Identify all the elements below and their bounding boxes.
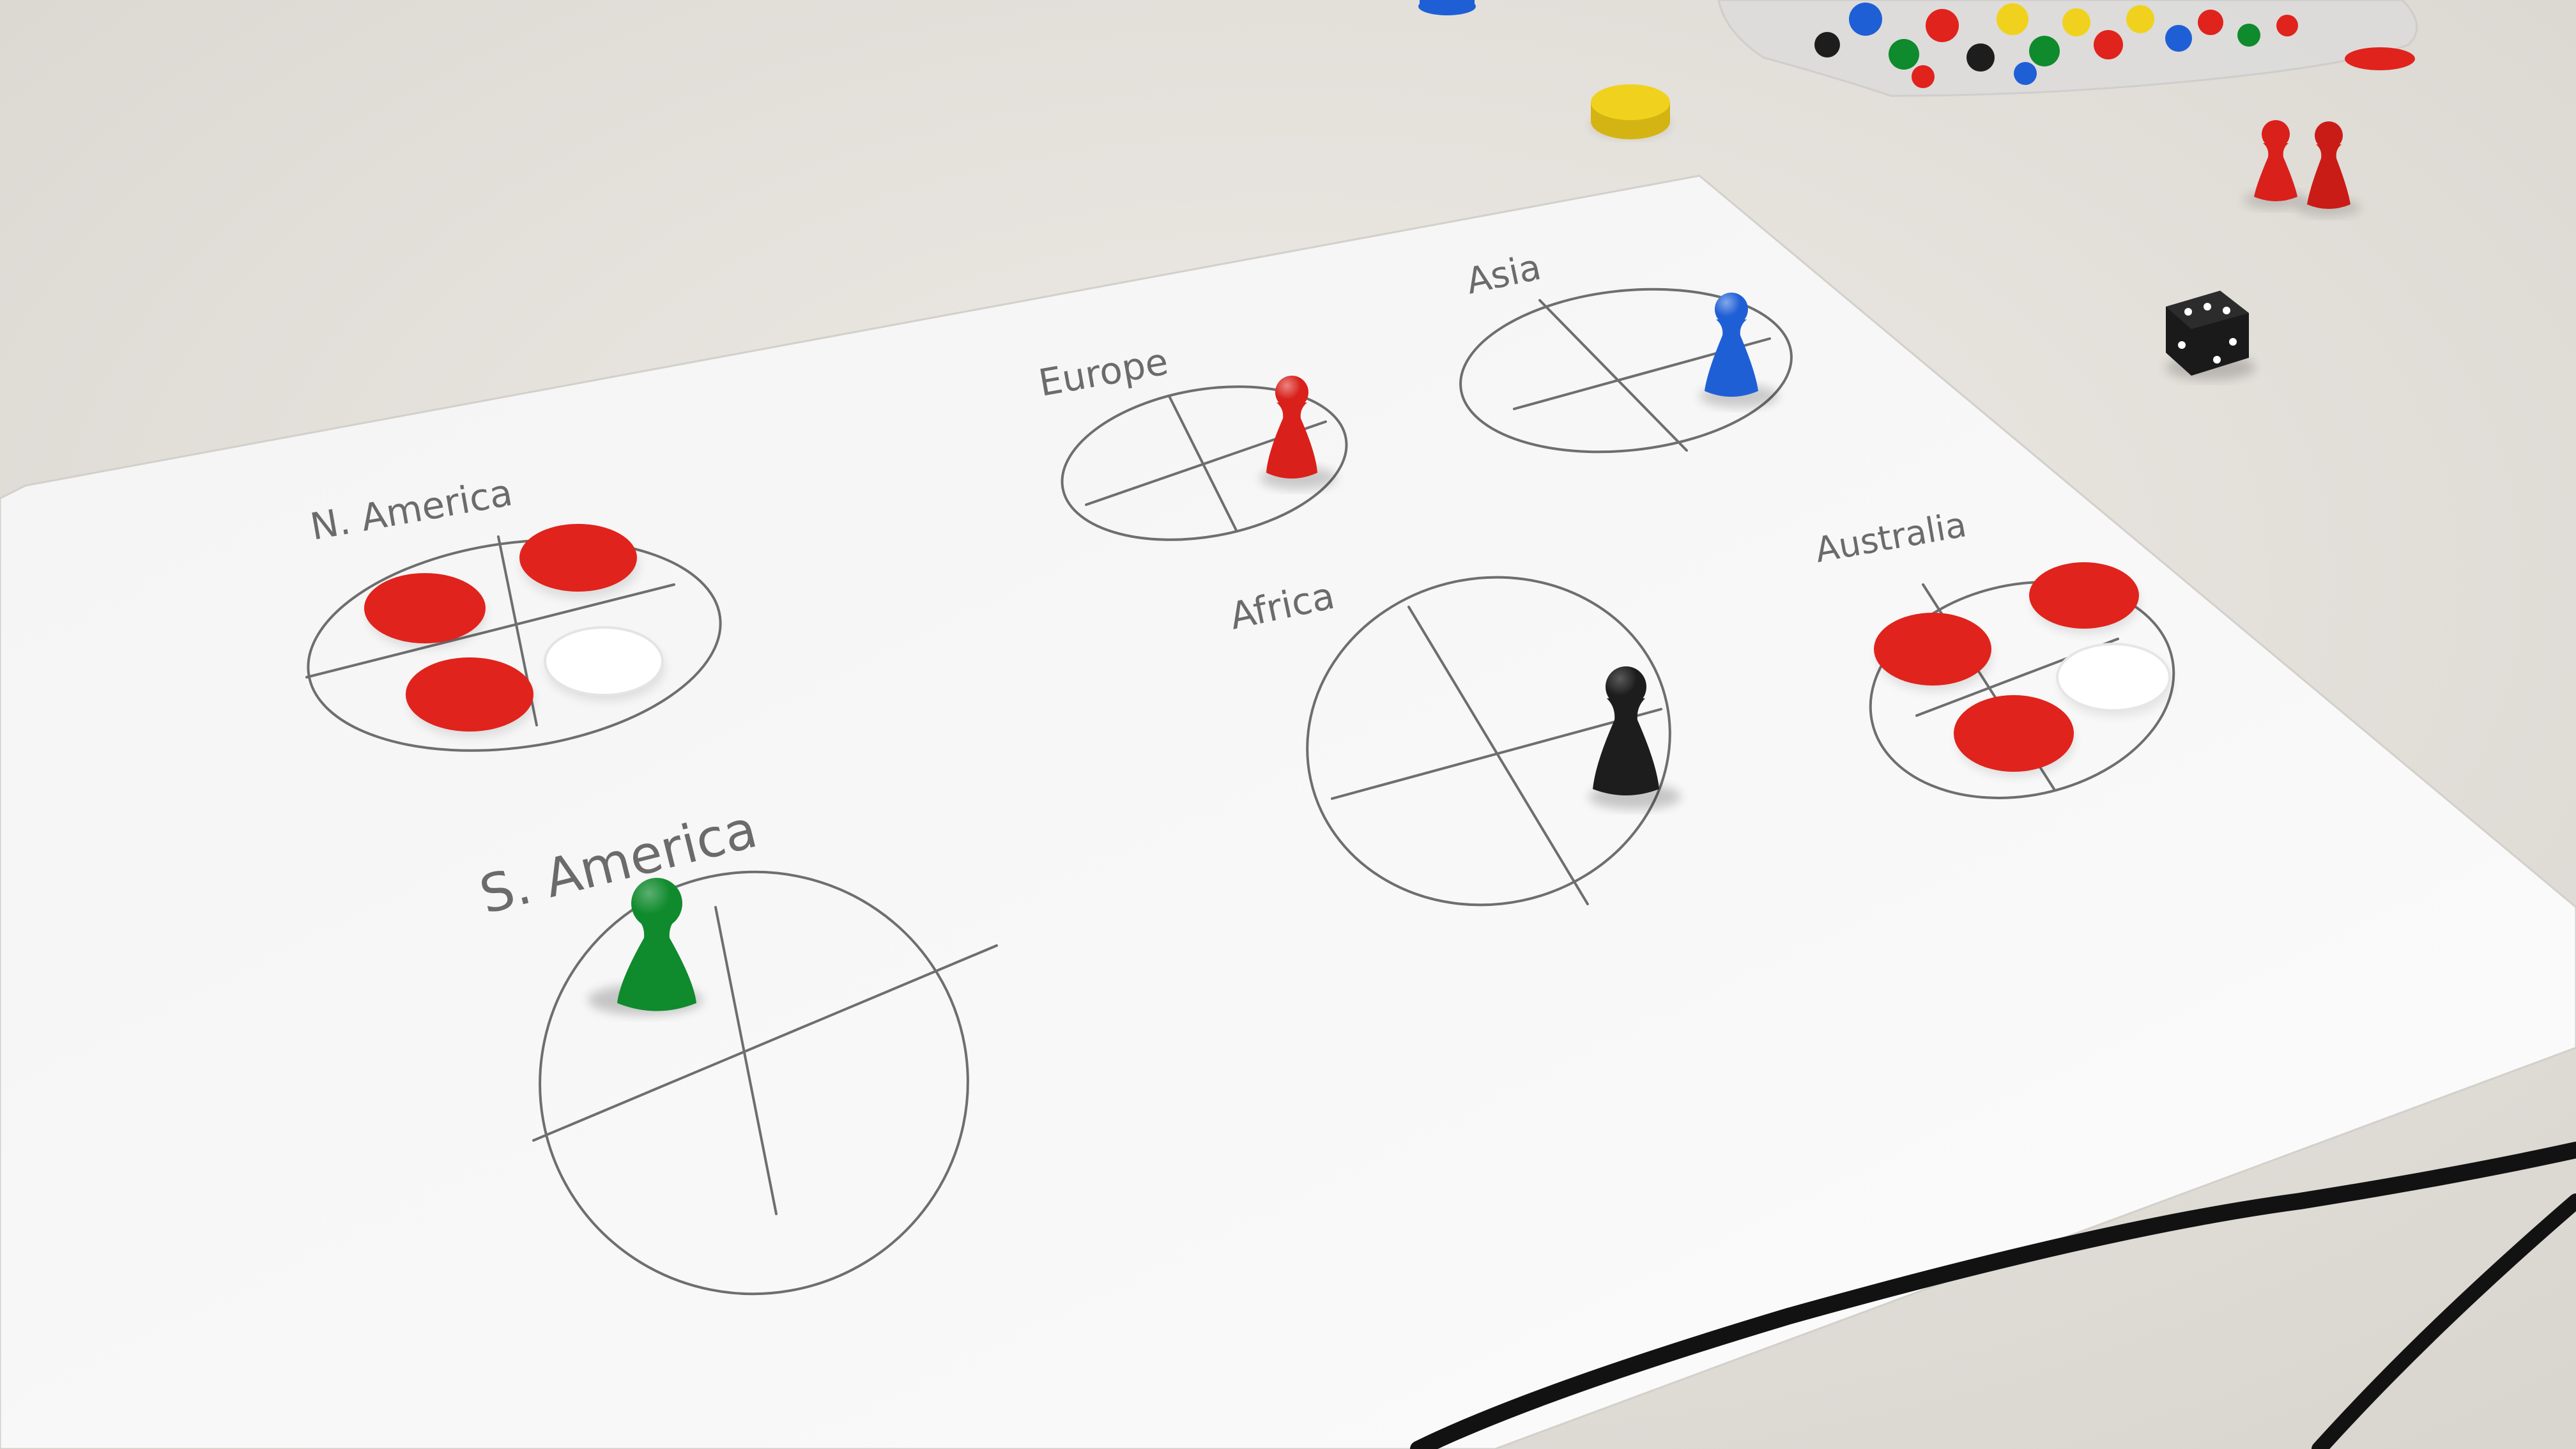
scene-svg: N. America Europe Asia Africa Australia … [0,0,2576,1449]
chip-icon [2029,562,2139,629]
chip-icon [364,573,486,643]
chip-icon [2345,47,2415,70]
chip-icon [406,657,533,732]
chip-icon [2056,643,2171,712]
chip-icon [1591,84,1670,139]
chip-icon [1874,613,1991,686]
chip-icon [519,524,637,592]
photo-scene: N. America Europe Asia Africa Australia … [0,0,2576,1449]
chip-icon [1954,695,2074,772]
chip-icon [544,626,664,696]
